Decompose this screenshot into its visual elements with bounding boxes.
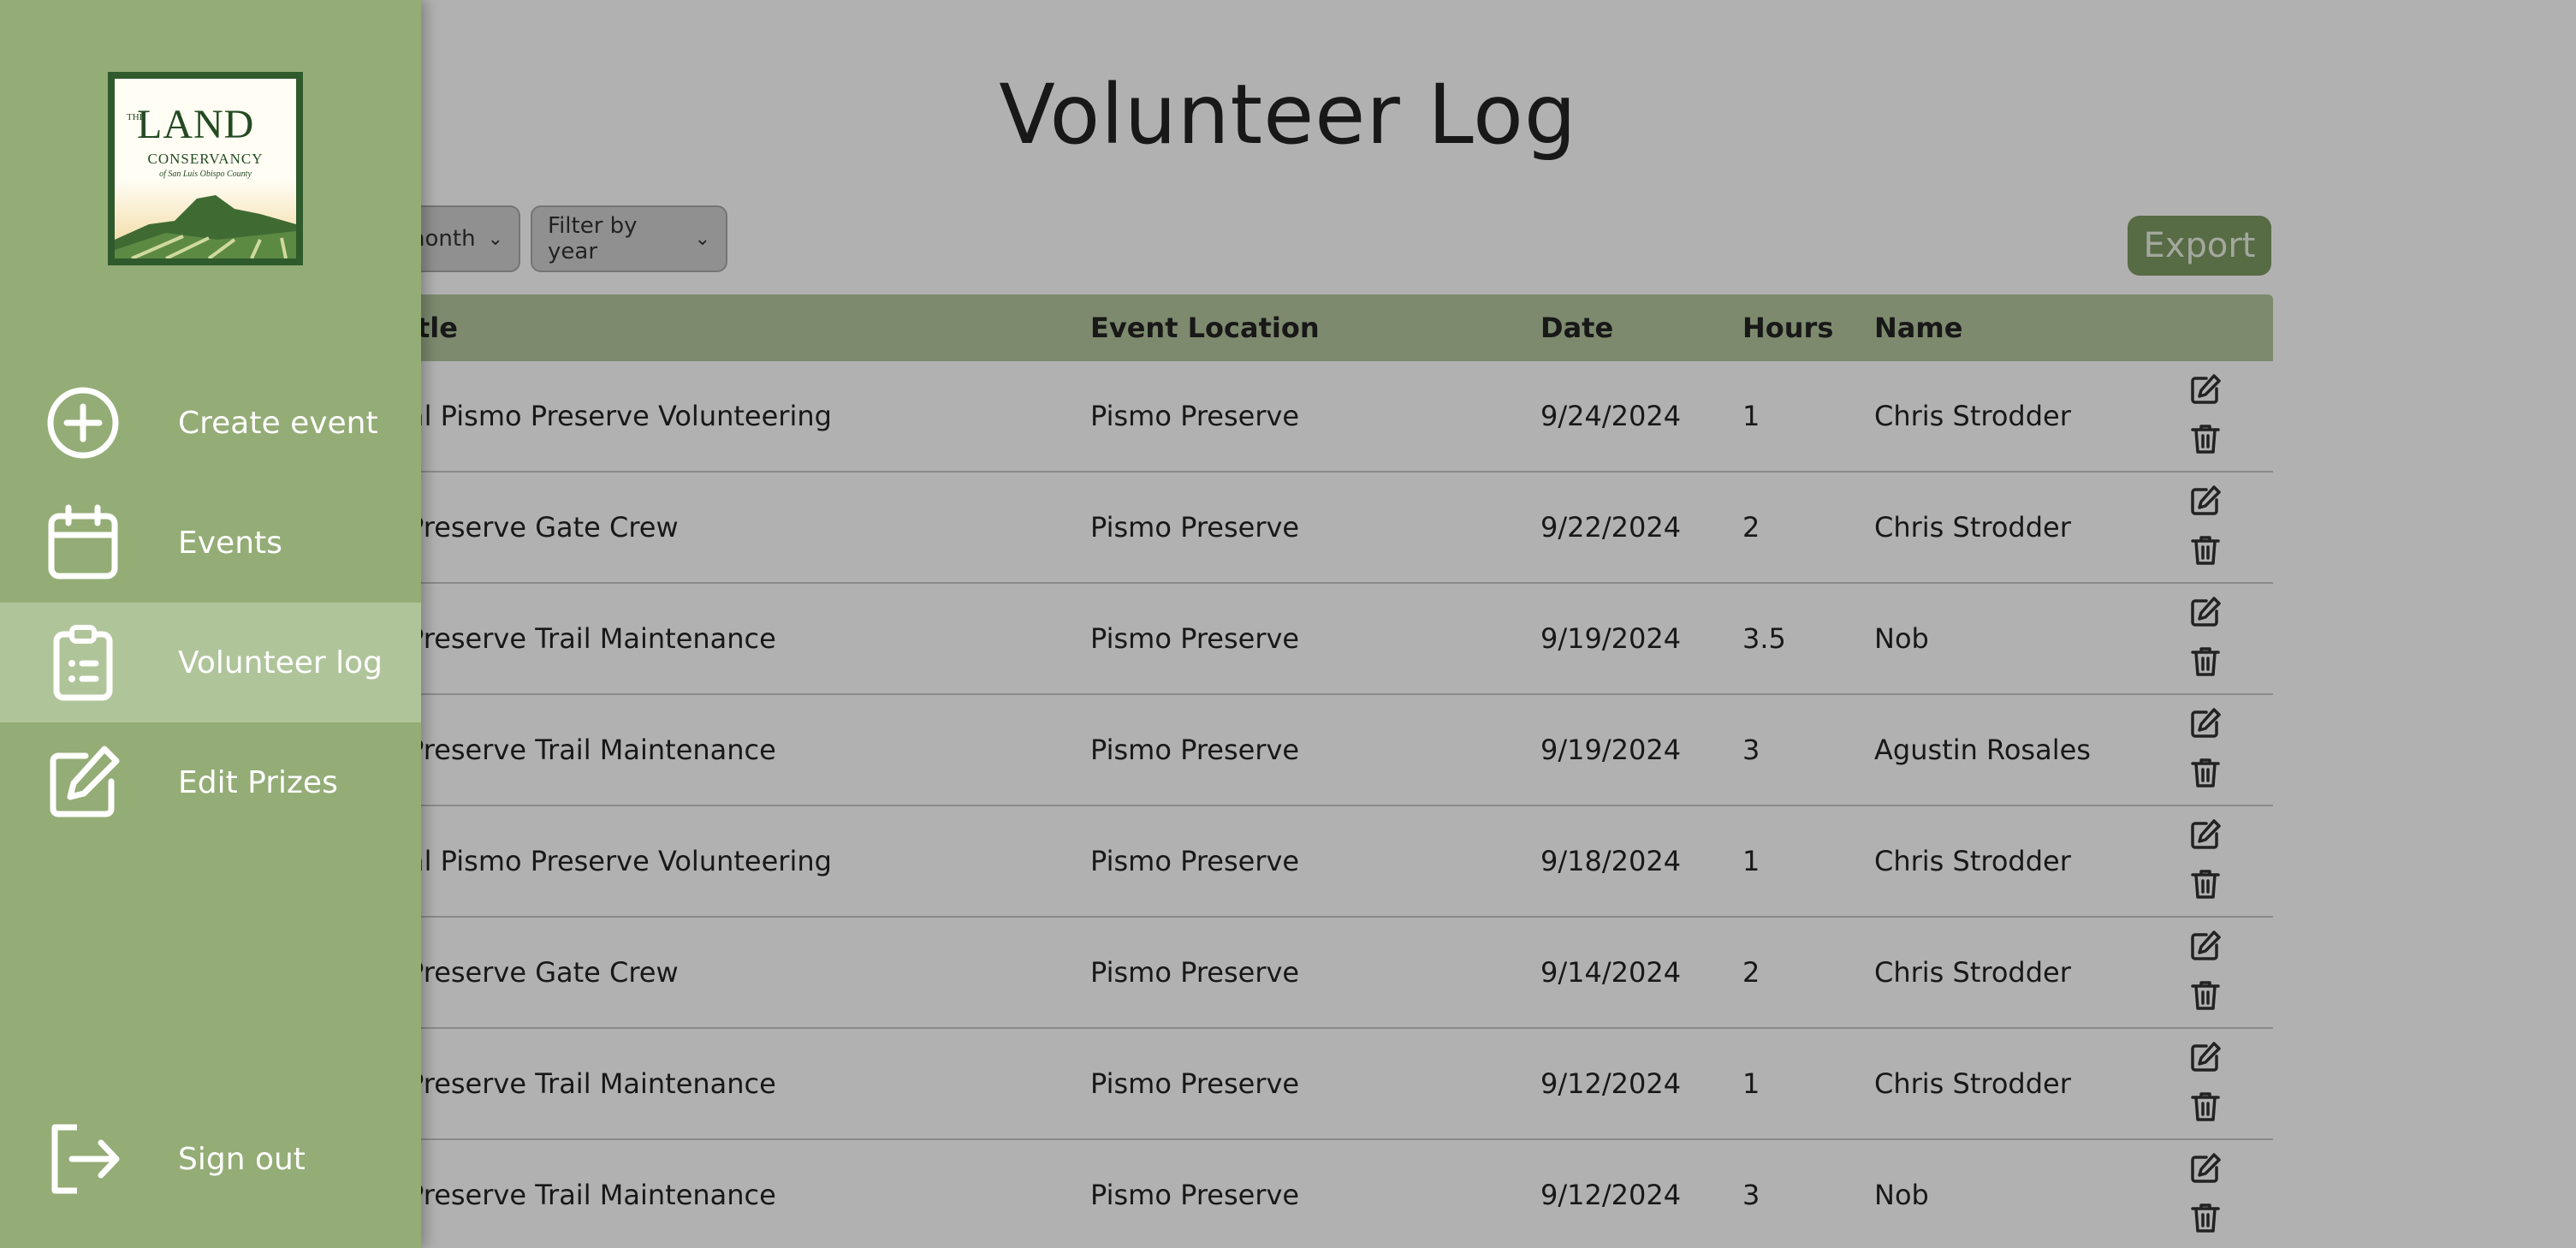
nav-edit-prizes-label: Edit Prizes xyxy=(178,764,338,800)
logo-the-text: THE xyxy=(127,112,145,122)
hills-icon xyxy=(115,180,296,259)
nav-create-event-label: Create event xyxy=(178,405,378,441)
nav-create-event[interactable]: Create event xyxy=(0,363,421,483)
land-conservancy-logo: THE LAND CONSERVANCY of San Luis Obispo … xyxy=(108,72,303,265)
edit-icon xyxy=(50,746,120,817)
clipboard-list-icon xyxy=(53,625,113,701)
logo-county-text: of San Luis Obispo County xyxy=(159,169,252,179)
nav-volunteer-log[interactable]: Volunteer log xyxy=(0,603,421,722)
nav-events-label: Events xyxy=(178,525,282,561)
sidebar: THE LAND CONSERVANCY of San Luis Obispo … xyxy=(0,0,421,1248)
nav-volunteer-log-label: Volunteer log xyxy=(178,645,383,680)
nav-events[interactable]: Events xyxy=(0,483,421,603)
sign-out-label: Sign out xyxy=(178,1141,306,1177)
plus-circle-icon xyxy=(47,387,119,459)
logo-conservancy-text: CONSERVANCY xyxy=(147,151,264,167)
logo-land-text: LAND xyxy=(137,102,255,147)
calendar-icon xyxy=(48,504,118,579)
nav-edit-prizes[interactable]: Edit Prizes xyxy=(0,722,421,842)
sign-out-icon xyxy=(51,1124,120,1194)
sign-out-button[interactable]: Sign out xyxy=(0,1099,421,1219)
